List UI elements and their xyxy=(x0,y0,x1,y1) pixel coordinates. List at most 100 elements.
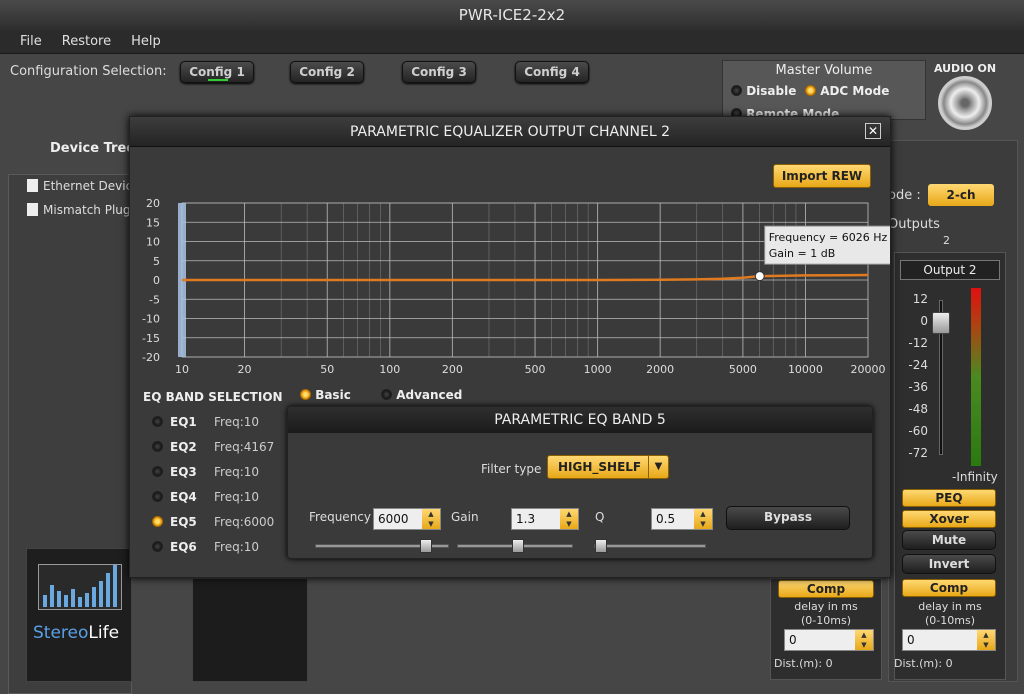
menu-help[interactable]: Help xyxy=(121,30,171,54)
y-tick-label: -5 xyxy=(149,293,160,306)
scale-label: -60 xyxy=(908,424,928,438)
scale-label: 0 xyxy=(920,314,928,328)
y-tick-label: 10 xyxy=(146,236,160,249)
mode-basic-option[interactable]: Basic xyxy=(300,388,351,402)
filter-type-label: Filter type xyxy=(481,462,542,476)
config-1-button[interactable]: Config 1 xyxy=(180,61,254,83)
x-tick-label: 1000 xyxy=(584,363,612,376)
infinity-label: -Infinity xyxy=(952,470,998,484)
eq-band-2[interactable]: EQ2 Freq:4167 xyxy=(152,440,274,454)
delay-label: delay in ms xyxy=(918,600,982,613)
close-icon[interactable]: ✕ xyxy=(865,123,881,139)
radio-icon xyxy=(152,416,163,427)
frequency-input[interactable]: 6000 ▲ ▼ xyxy=(373,508,441,530)
radio-icon xyxy=(381,389,392,400)
mv-adc-option[interactable]: ADC Mode xyxy=(805,84,889,98)
q-label: Q xyxy=(595,510,605,524)
eq-band-dialog: PARAMETRIC EQ BAND 5 Filter type HIGH_SH… xyxy=(287,406,873,559)
x-tick-label: 10 xyxy=(175,363,189,376)
eq-band-6[interactable]: EQ6 Freq:10 xyxy=(152,540,259,554)
gain-input[interactable]: 1.3 ▲ ▼ xyxy=(511,508,579,530)
spinner-arrows-icon: ▲ ▼ xyxy=(422,509,440,529)
document-icon xyxy=(27,179,38,192)
ch1-comp-button[interactable]: Comp xyxy=(778,580,874,598)
filter-type-dropdown[interactable]: HIGH_SHELF ▼ xyxy=(547,455,669,479)
mute-button[interactable]: Mute xyxy=(902,530,996,550)
active-indicator xyxy=(208,79,228,81)
gain-label: Gain xyxy=(451,510,479,524)
comp-button[interactable]: Comp xyxy=(902,579,996,597)
logo-bars-icon xyxy=(38,564,122,610)
menu-restore[interactable]: Restore xyxy=(52,30,121,54)
master-volume-panel: Master Volume Disable ADC Mode Remote Mo… xyxy=(722,60,926,121)
q-slider[interactable] xyxy=(594,539,706,553)
x-tick-label: 100 xyxy=(379,363,400,376)
tooltip-frequency: Frequency = 6026 Hz xyxy=(769,231,888,244)
scale-label: -48 xyxy=(908,402,928,416)
gain-slider[interactable] xyxy=(457,539,573,553)
y-tick-label: -10 xyxy=(142,313,160,326)
dark-panel xyxy=(192,578,308,682)
delay-range: (0-10ms) xyxy=(925,614,975,627)
frequency-label: Frequency xyxy=(309,510,371,524)
x-tick-label: 20000 xyxy=(851,363,886,376)
eq-band-3[interactable]: EQ3 Freq:10 xyxy=(152,465,259,479)
bypass-button[interactable]: Bypass xyxy=(726,506,850,530)
config-3-button[interactable]: Config 3 xyxy=(402,61,476,83)
mv-disable-option[interactable]: Disable xyxy=(731,84,796,98)
y-tick-label: 20 xyxy=(146,197,160,210)
config-4-button[interactable]: Config 4 xyxy=(515,61,589,83)
x-tick-label: 50 xyxy=(320,363,334,376)
output-2-title: Output 2 xyxy=(900,260,1000,280)
spinner-arrows-icon: ▲ ▼ xyxy=(855,630,873,650)
frequency-slider[interactable] xyxy=(315,539,449,553)
config-selection-label: Configuration Selection: xyxy=(10,64,167,79)
scale-label: -72 xyxy=(908,446,928,460)
ch1-delay-range: (0-10ms) xyxy=(801,614,851,627)
scale-label: 12 xyxy=(912,292,928,306)
x-tick-label: 2000 xyxy=(646,363,674,376)
menu-file[interactable]: File xyxy=(10,30,52,54)
q-input[interactable]: 0.5 ▲ ▼ xyxy=(651,508,713,530)
spinner-arrows-icon: ▲ ▼ xyxy=(694,509,712,529)
xover-button[interactable]: Xover xyxy=(902,510,996,528)
master-volume-title: Master Volume xyxy=(775,63,873,78)
tree-item-ethernet[interactable]: Ethernet Devic xyxy=(27,179,132,193)
outputs-label: Outputs xyxy=(888,217,940,232)
spinner-arrows-icon: ▲ ▼ xyxy=(560,509,578,529)
volume-fader-handle[interactable] xyxy=(932,312,950,334)
peq-dialog-title: PARAMETRIC EQUALIZER OUTPUT CHANNEL 2 xyxy=(130,117,890,147)
stereolife-logo: StereoLife xyxy=(26,548,132,682)
peq-dialog: PARAMETRIC EQUALIZER OUTPUT CHANNEL 2 ✕ … xyxy=(129,116,891,578)
y-tick-label: 15 xyxy=(146,216,160,229)
audio-on-label: AUDIO ON xyxy=(933,62,997,75)
speaker-icon[interactable] xyxy=(938,76,992,130)
tree-item-mismatch[interactable]: Mismatch Plugi xyxy=(27,203,134,217)
document-icon xyxy=(27,203,38,216)
mode-advanced-option[interactable]: Advanced xyxy=(381,388,462,402)
x-tick-label: 5000 xyxy=(729,363,757,376)
scale-label: -24 xyxy=(908,358,928,372)
eq-band-4[interactable]: EQ4 Freq:10 xyxy=(152,490,259,504)
invert-button[interactable]: Invert xyxy=(902,554,996,574)
x-tick-label: 20 xyxy=(238,363,252,376)
tooltip-gain: Gain = 1 dB xyxy=(769,247,836,260)
scale-label: -36 xyxy=(908,380,928,394)
radio-icon xyxy=(152,541,163,552)
level-meter xyxy=(971,288,981,466)
peq-button[interactable]: PEQ xyxy=(902,489,996,507)
config-2-button[interactable]: Config 2 xyxy=(290,61,364,83)
slider-handle xyxy=(595,539,607,553)
mode-button[interactable]: 2-ch xyxy=(928,184,994,206)
menu-bar: File Restore Help xyxy=(0,30,1024,54)
eq-band-5[interactable]: EQ5 Freq:6000 xyxy=(152,515,274,529)
delay-input[interactable]: 0 ▲ ▼ xyxy=(902,629,996,651)
spinner-arrows-icon: ▲ ▼ xyxy=(977,630,995,650)
dropdown-arrow-icon: ▼ xyxy=(648,456,668,478)
radio-icon xyxy=(731,85,742,96)
ch1-delay-input[interactable]: 0 ▲ ▼ xyxy=(784,629,874,651)
ch1-delay-label: delay in ms xyxy=(794,600,858,613)
radio-selected-icon xyxy=(805,85,816,96)
eq-band-1[interactable]: EQ1 Freq:10 xyxy=(152,415,259,429)
radio-icon xyxy=(152,491,163,502)
